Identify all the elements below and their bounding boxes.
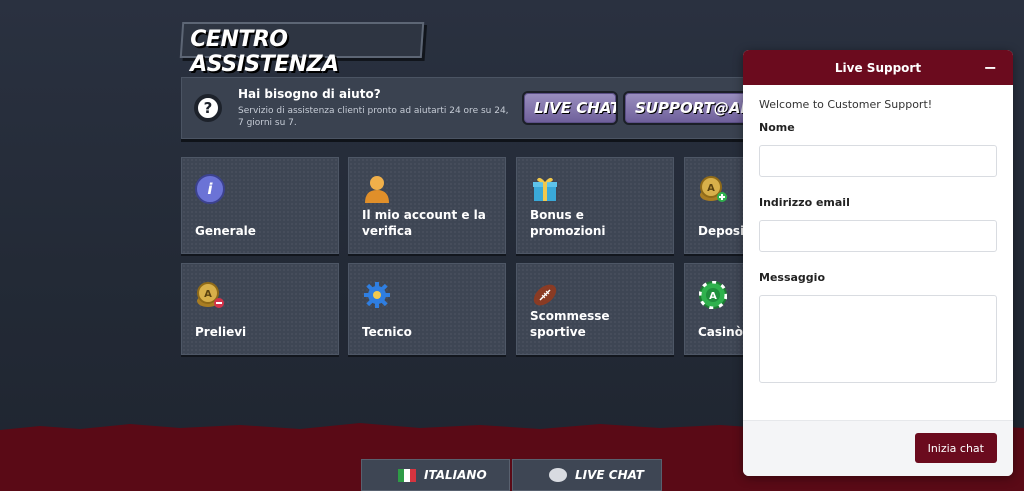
language-label: ITALIANO	[424, 468, 487, 482]
footer-live-chat-label: LIVE CHAT	[575, 468, 644, 482]
user-icon	[362, 174, 392, 204]
widget-body: Welcome to Customer Support! Nome Indiri…	[743, 85, 1013, 387]
svg-text:A: A	[204, 289, 212, 300]
help-bar: ? Hai bisogno di aiuto? Servizio di assi…	[181, 77, 782, 139]
category-tile-scommesse[interactable]: Scommesse sportive	[516, 263, 674, 355]
widget-welcome: Welcome to Customer Support!	[759, 98, 933, 111]
category-label: Bonus e promozioni	[530, 208, 606, 238]
widget-footer: Inizia chat	[743, 420, 1013, 476]
chat-bubble-icon	[549, 468, 567, 482]
email-label: Indirizzo email	[759, 196, 850, 209]
minimize-icon[interactable]: −	[984, 58, 997, 77]
email-input[interactable]	[759, 220, 997, 252]
message-label: Messaggio	[759, 271, 825, 284]
category-label: Prelievi	[195, 325, 247, 339]
widget-header: Live Support −	[743, 50, 1013, 85]
help-heading: Hai bisogno di aiuto?	[238, 87, 381, 101]
category-label: Tecnico	[362, 325, 412, 339]
info-icon: i	[195, 174, 225, 204]
start-chat-button[interactable]: Inizia chat	[914, 433, 997, 463]
question-icon: ?	[194, 94, 222, 122]
help-subtitle: Servizio di assistenza clienti pronto ad…	[238, 106, 509, 128]
coins-minus-icon: A	[195, 280, 225, 310]
language-selector[interactable]: ITALIANO	[361, 459, 510, 491]
category-label: Scommesse sportive	[530, 309, 610, 339]
name-label: Nome	[759, 121, 795, 134]
live-chat-button[interactable]: LIVE CHAT	[522, 91, 618, 125]
category-tile-prelievi[interactable]: A Prelievi	[181, 263, 339, 355]
coins-plus-icon: A	[698, 174, 728, 204]
category-tile-bonus[interactable]: Bonus e promozioni	[516, 157, 674, 254]
svg-text:A: A	[709, 291, 717, 302]
svg-text:A: A	[707, 183, 715, 194]
gift-icon	[530, 174, 560, 204]
category-tile-tecnico[interactable]: Tecnico	[348, 263, 506, 355]
page-title: CENTRO ASSISTENZA	[190, 27, 339, 77]
category-label: Il mio account e la verifica	[362, 208, 486, 238]
name-input[interactable]	[759, 145, 997, 177]
football-icon	[530, 280, 560, 310]
widget-title: Live Support	[834, 60, 922, 75]
italy-flag-icon	[398, 468, 416, 482]
message-textarea[interactable]	[759, 295, 997, 383]
page-title-badge: CENTRO ASSISTENZA	[179, 22, 425, 77]
chip-icon: A	[698, 280, 728, 310]
category-tile-generale[interactable]: i Generale	[181, 157, 339, 254]
live-support-widget: Live Support − Welcome to Customer Suppo…	[743, 50, 1013, 476]
footer-live-chat-button[interactable]: LIVE CHAT	[512, 459, 662, 491]
category-label: Generale	[195, 224, 256, 238]
gear-icon	[362, 280, 392, 310]
category-tile-account[interactable]: Il mio account e la verifica	[348, 157, 506, 254]
